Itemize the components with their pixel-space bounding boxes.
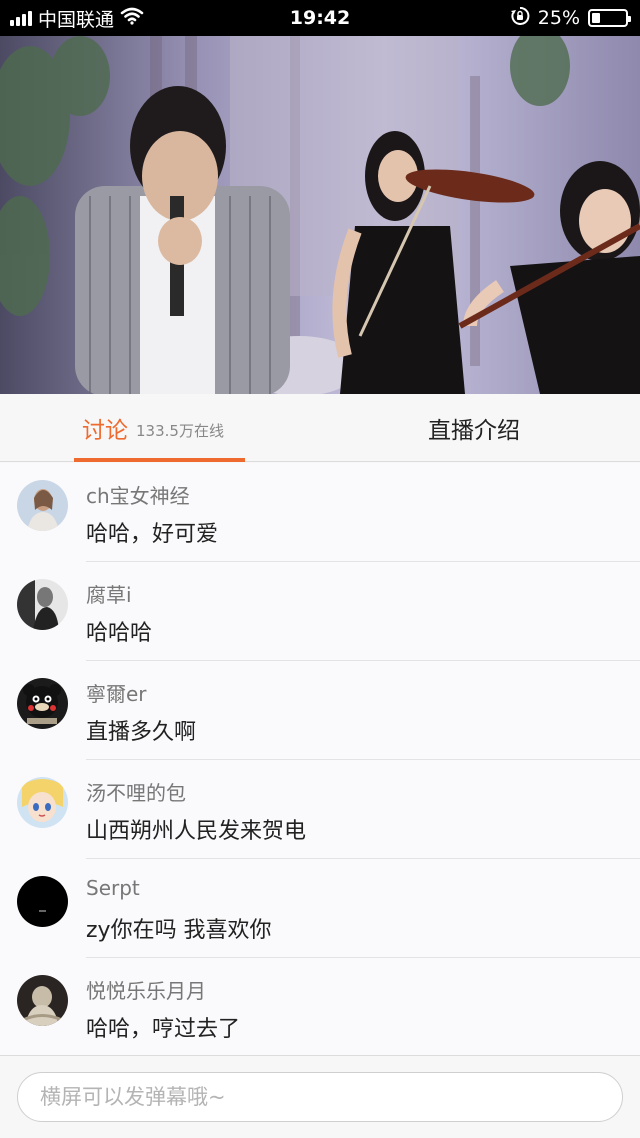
- online-count: 133.5万在线: [136, 421, 224, 440]
- comment-username[interactable]: ch宝女神经: [86, 480, 190, 509]
- avatar[interactable]: [17, 579, 68, 630]
- active-tab-indicator: [74, 458, 245, 462]
- comment-text: 哈哈，哼过去了: [86, 1017, 241, 1042]
- avatar[interactable]: [17, 480, 68, 531]
- status-bar: 中国联通 19:42 25%: [0, 0, 640, 36]
- comment-text: 哈哈，好可爱: [86, 522, 219, 547]
- battery-percent: 25%: [537, 7, 580, 29]
- comment-item[interactable]: Serpt zy你在吗 我喜欢你: [0, 859, 640, 958]
- live-video-player[interactable]: [0, 36, 640, 394]
- tab-discuss-label: 讨论: [82, 418, 128, 444]
- tab-live-intro[interactable]: 直播介绍: [428, 394, 520, 462]
- comment-text: 哈哈哈: [86, 621, 153, 646]
- comment-username[interactable]: 悦悦乐乐月月: [86, 975, 206, 1004]
- avatar[interactable]: [17, 975, 68, 1026]
- battery-icon: [588, 9, 631, 27]
- status-right: 25%: [510, 5, 631, 31]
- comment-item[interactable]: 寧爾er 直播多久啊: [0, 661, 640, 760]
- video-frame-image: [0, 36, 640, 394]
- comment-item[interactable]: 腐草i 哈哈哈: [0, 562, 640, 661]
- avatar[interactable]: [17, 876, 68, 927]
- comment-username[interactable]: 腐草i: [86, 579, 132, 608]
- battery-fill: [592, 13, 600, 23]
- tab-bar: 讨论 133.5万在线 直播介绍: [0, 394, 640, 462]
- avatar[interactable]: [17, 678, 68, 729]
- comment-list[interactable]: ch宝女神经 哈哈，好可爱 腐草i 哈哈哈 寧爾er 直播多久啊 汤不哩的包 山…: [0, 463, 640, 1055]
- comment-text: 直播多久啊: [86, 720, 197, 745]
- tab-discuss[interactable]: 讨论 133.5万在线: [82, 394, 224, 462]
- comment-username[interactable]: Serpt: [86, 876, 140, 900]
- danmu-input[interactable]: [17, 1072, 623, 1122]
- comment-username[interactable]: 寧爾er: [86, 678, 147, 707]
- avatar[interactable]: [17, 777, 68, 828]
- comment-username[interactable]: 汤不哩的包: [86, 777, 186, 806]
- comment-item[interactable]: 汤不哩的包 山西朔州人民发来贺电: [0, 760, 640, 859]
- comment-text: 山西朔州人民发来贺电: [86, 819, 307, 844]
- comment-input-bar: [0, 1055, 640, 1138]
- comment-text: zy你在吗 我喜欢你: [86, 918, 272, 943]
- comment-item[interactable]: 悦悦乐乐月月 哈哈，哼过去了: [0, 958, 640, 1055]
- orientation-lock-icon: [510, 6, 530, 31]
- comment-item[interactable]: ch宝女神经 哈哈，好可爱: [0, 463, 640, 562]
